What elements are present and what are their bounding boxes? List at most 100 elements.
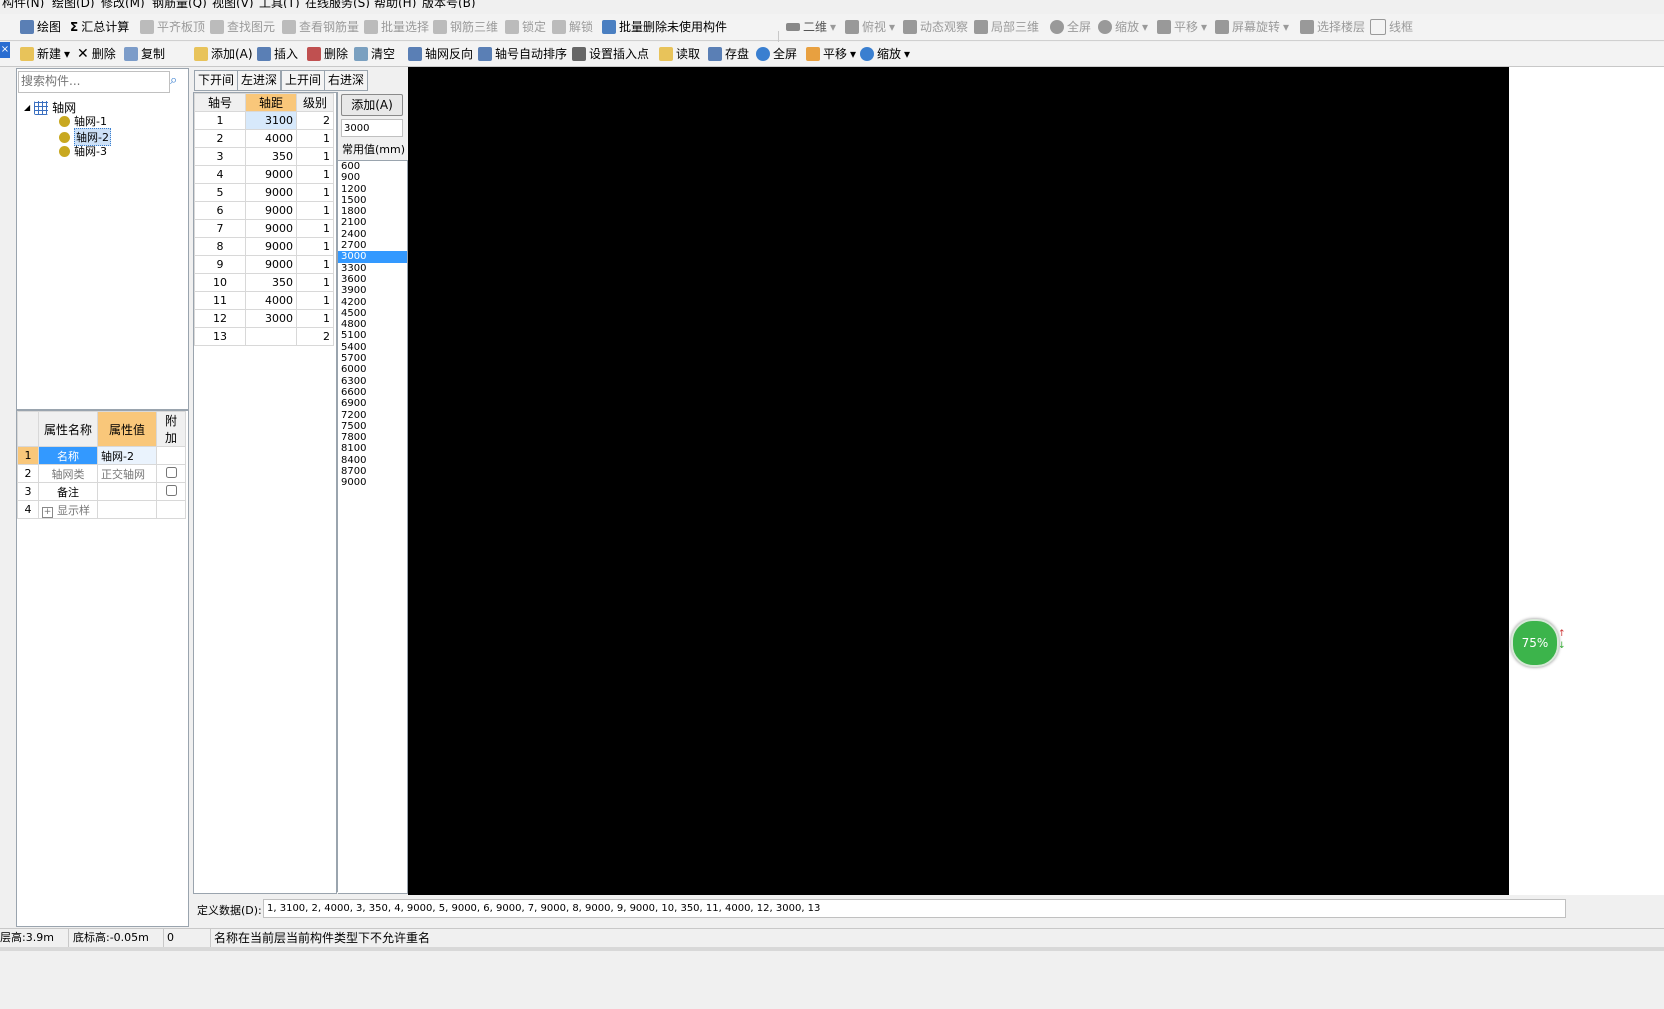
select-floor-button[interactable]: 选择楼层 bbox=[1300, 16, 1365, 38]
copy-button[interactable]: 复制 bbox=[124, 43, 165, 65]
axis-level-cell[interactable]: 2 bbox=[296, 111, 334, 130]
axis-level-cell[interactable]: 1 bbox=[296, 147, 334, 166]
axis-distance-cell[interactable]: 9000 bbox=[245, 237, 297, 256]
tree-item[interactable]: 轴网-3 bbox=[59, 143, 107, 159]
list-item[interactable]: 4800 bbox=[338, 319, 407, 330]
list-item[interactable]: 1800 bbox=[338, 206, 407, 217]
menu-rebar[interactable]: 钢筋量(Q) bbox=[152, 0, 207, 8]
axis-no-cell[interactable]: 9 bbox=[194, 255, 246, 274]
zoom-button[interactable]: 缩放 ▾ bbox=[1098, 16, 1148, 38]
lock-button[interactable]: 锁定 bbox=[505, 16, 546, 38]
fullscreen2-button[interactable]: 全屏 bbox=[756, 43, 797, 65]
common-values-list[interactable]: 600 900 1200 1500 1800 2100 2400 2700 3000 3300 36… bbox=[338, 160, 408, 894]
search-icon[interactable]: ⌕ bbox=[170, 73, 184, 89]
table-row[interactable]: 8 9000 1 bbox=[194, 237, 334, 256]
add-row-button[interactable]: 添加(A) bbox=[194, 43, 253, 65]
reverse-axis-button[interactable]: 轴网反向 bbox=[408, 43, 473, 65]
axis-level-cell[interactable]: 1 bbox=[296, 201, 334, 220]
add-button[interactable]: 添加(A) bbox=[341, 94, 403, 116]
insert-row-button[interactable]: 插入 bbox=[257, 43, 298, 65]
list-item[interactable]: 7800 bbox=[338, 432, 407, 443]
sum-button[interactable]: Σ 汇总计算 bbox=[70, 16, 129, 38]
list-item[interactable]: 4500 bbox=[338, 308, 407, 319]
table-row[interactable]: 11 4000 1 bbox=[194, 291, 334, 310]
axis-level-cell[interactable]: 1 bbox=[296, 165, 334, 184]
axis-distance-cell[interactable]: 9000 bbox=[245, 219, 297, 238]
axis-no-cell[interactable]: 6 bbox=[194, 201, 246, 220]
axis-level-cell[interactable]: 2 bbox=[296, 327, 334, 346]
name-value-cell[interactable]: 轴网-2 bbox=[97, 446, 157, 465]
menu-modify[interactable]: 修改(M) bbox=[101, 0, 145, 8]
search-input[interactable] bbox=[19, 72, 169, 90]
new-button[interactable]: 新建 ▾ bbox=[20, 43, 70, 65]
list-item[interactable]: 3000 bbox=[338, 251, 407, 263]
pan-button[interactable]: 平移 ▾ bbox=[1157, 16, 1207, 38]
menu-help[interactable]: 帮助(H) bbox=[374, 0, 416, 8]
rotate-button[interactable]: 屏幕旋转 ▾ bbox=[1215, 16, 1289, 38]
table-row[interactable]: 10 350 1 bbox=[194, 273, 334, 292]
rebar-3d-button[interactable]: 钢筋三维 bbox=[433, 16, 498, 38]
view-rebar-button[interactable]: 查看钢筋量 bbox=[282, 16, 359, 38]
axis-level-cell[interactable]: 1 bbox=[296, 237, 334, 256]
batch-delete-button[interactable]: 批量删除未使用构件 bbox=[602, 16, 727, 38]
menu-tools[interactable]: 工具(T) bbox=[259, 0, 300, 8]
axis-distance-cell[interactable]: 3100 bbox=[245, 111, 297, 130]
tab-left-depth[interactable]: 左进深 bbox=[237, 70, 282, 91]
list-item[interactable]: 6600 bbox=[338, 387, 407, 398]
progress-bubble[interactable]: 75% bbox=[1511, 619, 1559, 667]
table-row[interactable]: 5 9000 1 bbox=[194, 183, 334, 202]
set-insert-point-button[interactable]: 设置插入点 bbox=[572, 43, 649, 65]
list-item[interactable]: 4200 bbox=[338, 297, 407, 308]
list-item[interactable]: 2400 bbox=[338, 229, 407, 240]
drawing-canvas[interactable] bbox=[408, 67, 1509, 895]
axis-distance-cell[interactable]: 9000 bbox=[245, 255, 297, 274]
menu-component[interactable]: 构件(N) bbox=[2, 0, 44, 8]
axis-no-cell[interactable]: 13 bbox=[194, 327, 246, 346]
axis-distance-cell[interactable]: 3000 bbox=[245, 309, 297, 328]
draw-button[interactable]: 绘图 bbox=[20, 16, 61, 38]
save-button[interactable]: 存盘 bbox=[708, 43, 749, 65]
menu-online[interactable]: 在线服务(S) bbox=[305, 0, 370, 8]
axis-no-cell[interactable]: 5 bbox=[194, 183, 246, 202]
list-item[interactable]: 8100 bbox=[338, 443, 407, 454]
axis-distance-cell[interactable]: 9000 bbox=[245, 183, 297, 202]
axis-level-cell[interactable]: 1 bbox=[296, 255, 334, 274]
axis-no-cell[interactable]: 10 bbox=[194, 273, 246, 292]
collapse-icon[interactable]: ◢ bbox=[24, 103, 30, 112]
expand-icon[interactable]: + bbox=[42, 506, 53, 518]
find-button[interactable]: 查找图元 bbox=[210, 16, 275, 38]
close-icon[interactable]: × bbox=[0, 42, 10, 58]
axis-distance-cell[interactable] bbox=[245, 327, 297, 346]
axis-distance-cell[interactable]: 4000 bbox=[245, 291, 297, 310]
axis-distance-cell[interactable]: 9000 bbox=[245, 201, 297, 220]
zoom2-button[interactable]: 缩放 ▾ bbox=[860, 43, 910, 65]
extra-checkbox[interactable] bbox=[165, 466, 177, 478]
read-button[interactable]: 读取 bbox=[659, 43, 700, 65]
list-item[interactable]: 2700 bbox=[338, 240, 407, 251]
remark-value-cell[interactable] bbox=[97, 482, 157, 501]
define-data-input[interactable]: 1, 3100, 2, 4000, 3, 350, 4, 9000, 5, 90… bbox=[263, 899, 1566, 918]
axis-level-cell[interactable]: 1 bbox=[296, 273, 334, 292]
extra-checkbox[interactable] bbox=[165, 484, 177, 496]
axis-level-cell[interactable]: 1 bbox=[296, 309, 334, 328]
list-item[interactable]: 2100 bbox=[338, 217, 407, 228]
list-item[interactable]: 600 bbox=[338, 161, 407, 172]
axis-no-cell[interactable]: 8 bbox=[194, 237, 246, 256]
list-item[interactable]: 7200 bbox=[338, 410, 407, 421]
axis-no-cell[interactable]: 1 bbox=[194, 111, 246, 130]
axis-distance-cell[interactable]: 350 bbox=[245, 273, 297, 292]
table-row[interactable]: 3 350 1 bbox=[194, 147, 334, 166]
wireframe-button[interactable]: 线框 bbox=[1370, 16, 1413, 38]
list-item[interactable]: 5100 bbox=[338, 330, 407, 341]
menu-version[interactable]: 版本号(B) bbox=[422, 0, 476, 8]
clear-button[interactable]: 清空 bbox=[354, 43, 395, 65]
axis-level-cell[interactable]: 1 bbox=[296, 219, 334, 238]
batch-select-button[interactable]: 批量选择 bbox=[364, 16, 429, 38]
list-item[interactable]: 5400 bbox=[338, 342, 407, 353]
axis-distance-cell[interactable]: 4000 bbox=[245, 129, 297, 148]
local-3d-button[interactable]: 局部三维 bbox=[974, 16, 1039, 38]
list-item[interactable]: 8400 bbox=[338, 455, 407, 466]
fullscreen-button[interactable]: 全屏 bbox=[1050, 16, 1091, 38]
axis-level-cell[interactable]: 1 bbox=[296, 291, 334, 310]
value-input[interactable] bbox=[341, 119, 403, 137]
